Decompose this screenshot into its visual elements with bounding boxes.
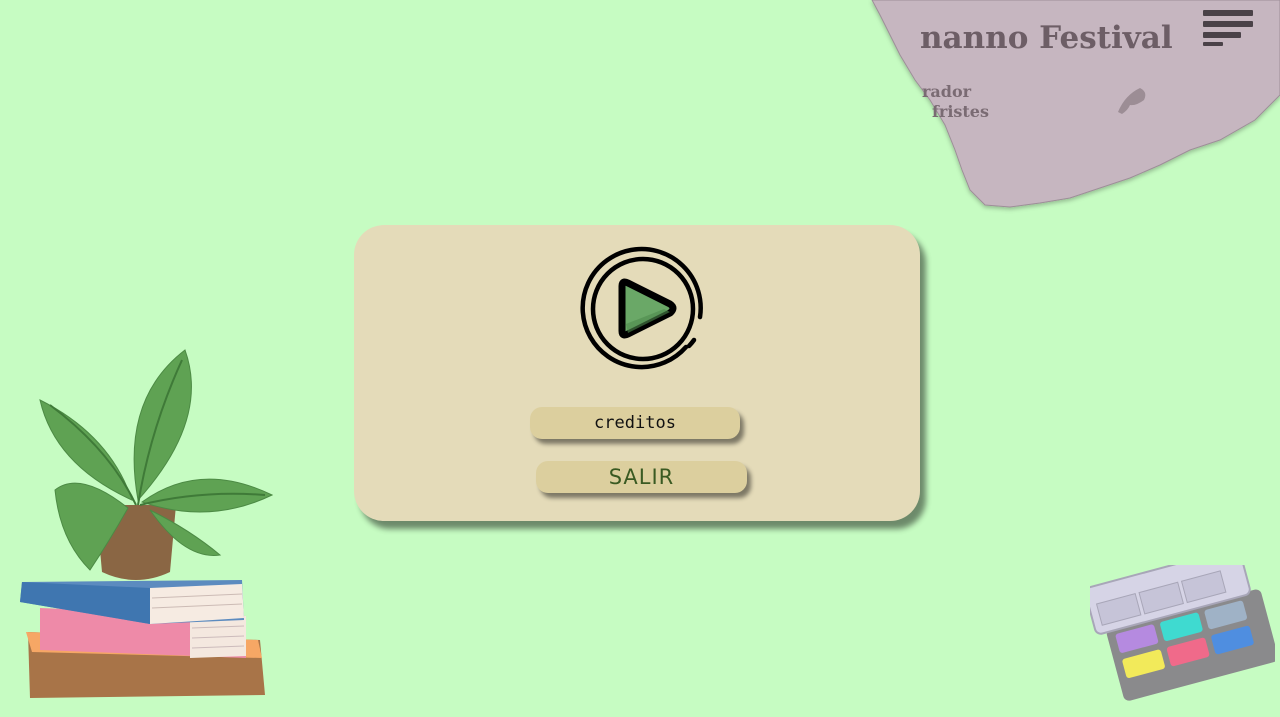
salir-label: SALIR — [608, 465, 675, 489]
newspaper-line-2: fristes — [932, 102, 989, 121]
creditos-label: creditos — [594, 413, 676, 433]
newspaper-line-1: rador — [922, 82, 972, 101]
salir-button[interactable]: SALIR — [536, 461, 747, 493]
hamburger-menu-button[interactable] — [1200, 8, 1256, 48]
plant-on-books-illustration — [20, 349, 274, 698]
creditos-button[interactable]: creditos — [530, 407, 740, 439]
paint-palette-illustration — [1090, 565, 1275, 701]
hamburger-menu-icon — [1203, 10, 1253, 46]
play-button[interactable] — [576, 242, 710, 376]
newspaper-headline: nanno Festival — [920, 20, 1173, 56]
play-circle-icon — [580, 246, 703, 370]
